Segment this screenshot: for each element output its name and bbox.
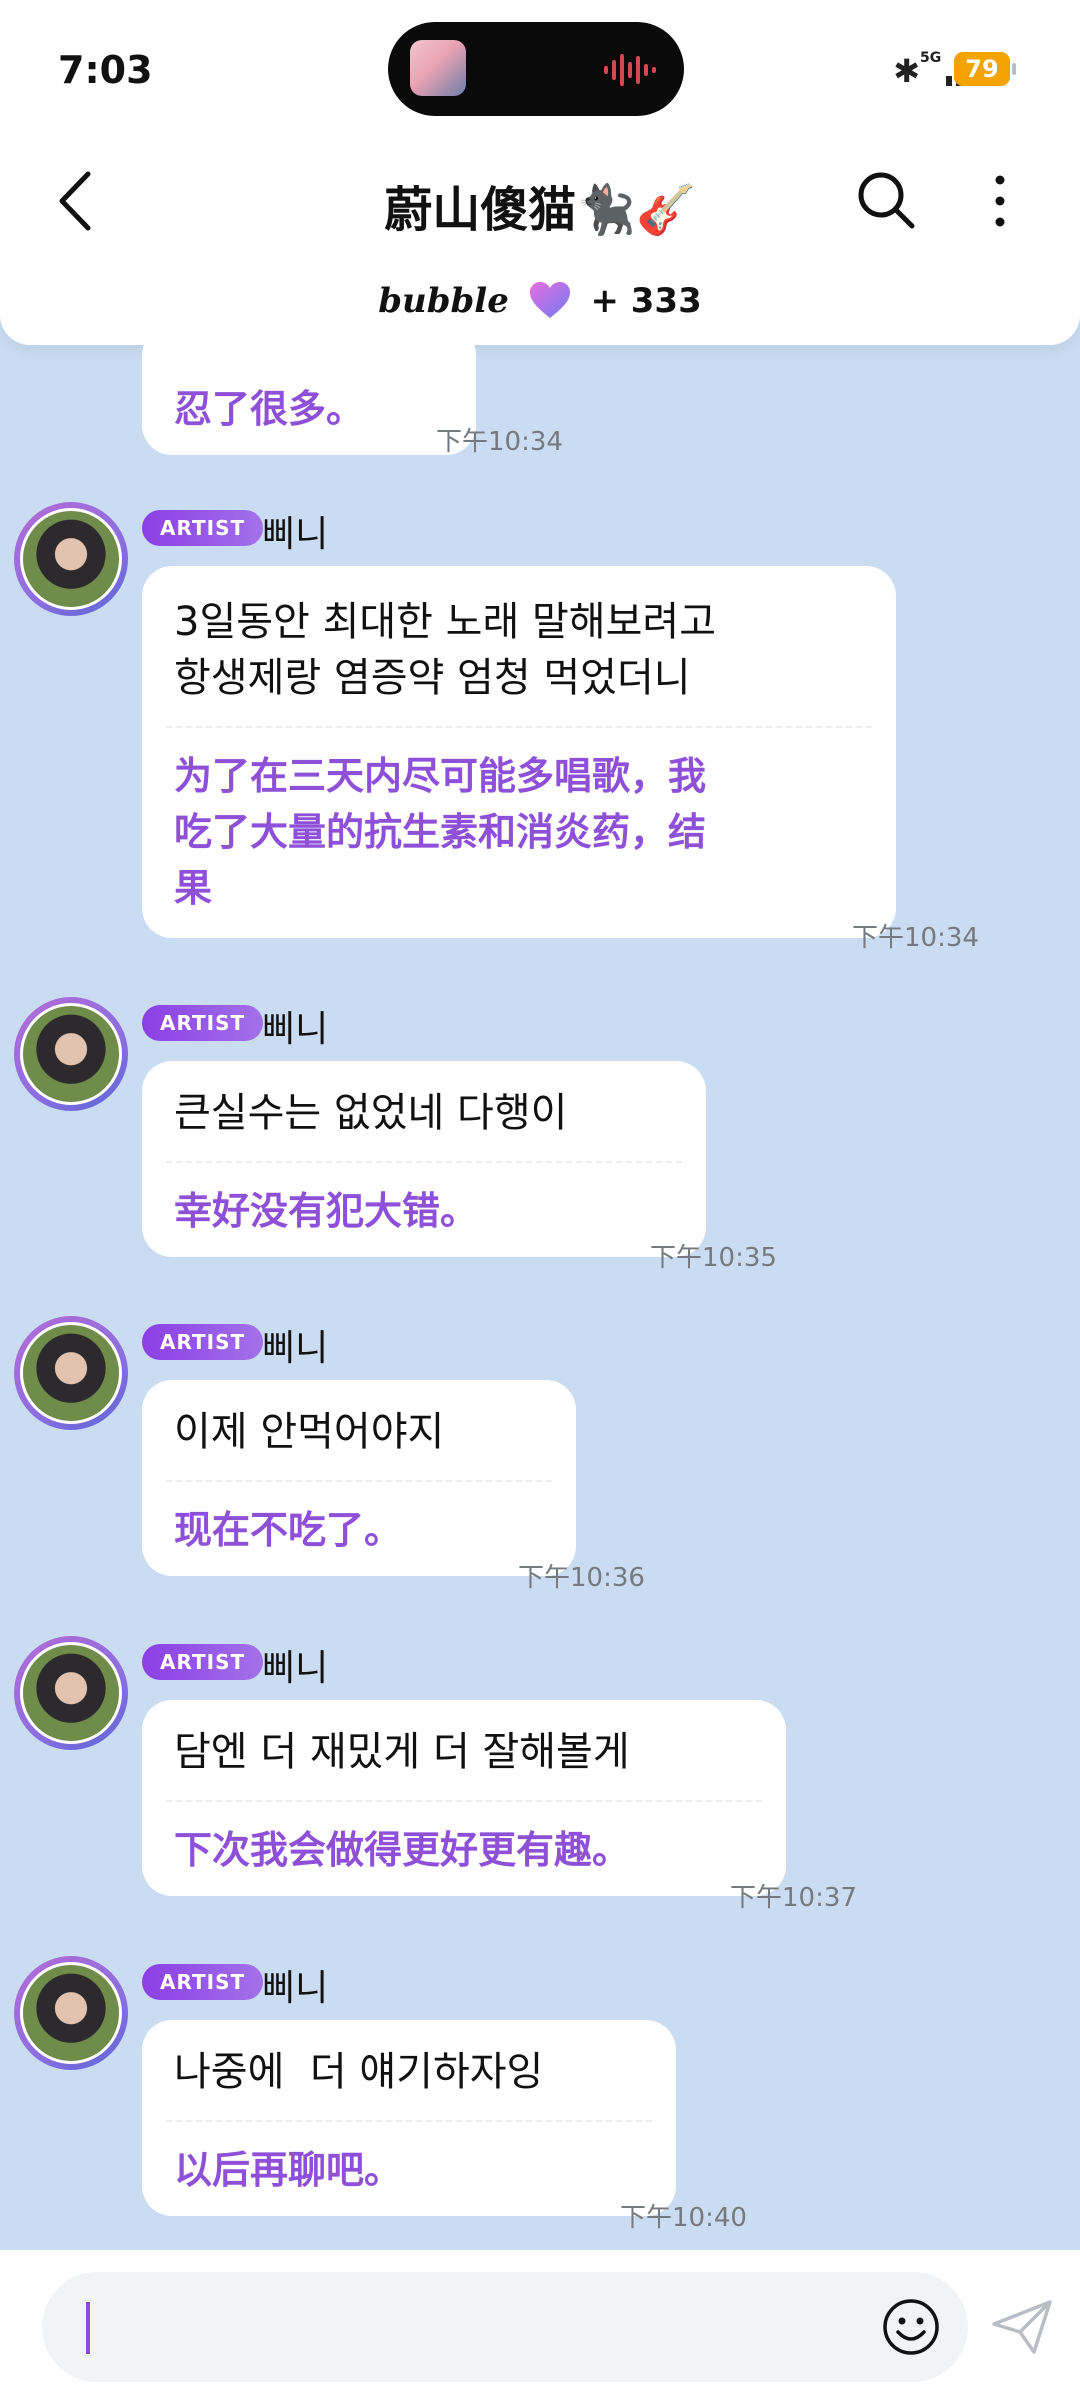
more-options-icon[interactable] — [980, 166, 1020, 236]
message-bubble[interactable]: 나중에 더 얘기하자잉 以后再聊吧。 — [142, 2020, 676, 2216]
battery-indicator: 79 — [954, 52, 1016, 86]
chat-header: 蔚山傻猫🐈‍⬛🎸 bubble + 333 — [0, 130, 1080, 345]
message-translation: 现在不吃了。 — [174, 1508, 403, 1552]
message-translation-line: 果 — [174, 866, 213, 910]
message-translation: 下次我会做得更好更有趣。 — [174, 1828, 631, 1872]
message-bubble[interactable]: 이제 안먹어야지 现在不吃了。 — [142, 1380, 576, 1576]
divider — [166, 726, 872, 728]
message-timestamp: 下午10:36 — [518, 1563, 645, 1593]
message-translation-line: 为了在三天内尽可能多唱歌，我 — [174, 754, 707, 798]
divider — [166, 2120, 652, 2122]
message-text: 큰실수는 없었네 다행이 — [174, 1090, 568, 1136]
avatar[interactable] — [14, 502, 128, 616]
message-bubble[interactable]: 담엔 더 재밌게 더 잘해볼게 下次我会做得更好更有趣。 — [142, 1700, 786, 1896]
artist-badge: ARTIST — [142, 1964, 264, 2000]
text-caret — [86, 2302, 90, 2354]
status-time: 7:03 — [58, 48, 153, 92]
message-bubble[interactable]: 큰실수는 없었네 다행이 幸好没有犯大错。 — [142, 1061, 706, 1257]
message-translation: 忍了很多。 — [174, 387, 365, 431]
artist-badge: ARTIST — [142, 1324, 264, 1360]
sender-name: 삐니 — [262, 1648, 329, 1689]
artist-badge: ARTIST — [142, 1005, 264, 1041]
audio-wave-icon — [604, 54, 656, 86]
sender-name: 삐니 — [262, 1328, 329, 1369]
message-translation: 为了在三天内尽可能多唱歌，我 吃了大量的抗生素和消炎药，结 果 — [174, 748, 864, 916]
search-icon[interactable] — [854, 168, 918, 232]
avatar[interactable] — [14, 1316, 128, 1430]
avatar[interactable] — [14, 1956, 128, 2070]
message-timestamp: 下午10:37 — [730, 1883, 857, 1913]
message-bubble[interactable]: 3일동안 최대한 노래 말해보려고 항생제랑 염증약 엄청 먹었더니 为了在三天… — [142, 566, 896, 938]
message-input[interactable] — [42, 2272, 968, 2382]
message-timestamp: 下午10:34 — [436, 427, 563, 457]
dynamic-island[interactable] — [388, 22, 684, 116]
send-icon[interactable] — [990, 2298, 1054, 2356]
sender-name: 삐니 — [262, 1009, 329, 1050]
media-thumbnail — [410, 40, 466, 96]
message-list[interactable]: 忍了很多。 下午10:34 ARTIST 삐니 3일동안 최대한 노래 말해보려… — [0, 325, 1080, 2245]
message-text: 담엔 더 재밌게 더 잘해볼게 — [174, 1729, 630, 1775]
sender-name: 삐니 — [262, 1968, 329, 2009]
avatar[interactable] — [14, 1636, 128, 1750]
message-text-line: 항생제랑 염증약 엄청 먹었더니 — [174, 655, 691, 701]
message-text-line: 3일동안 최대한 노래 말해보려고 — [174, 599, 716, 645]
divider — [166, 1800, 762, 1802]
bluetooth-icon: ✱ — [893, 52, 920, 90]
message-text: 이제 안먹어야지 — [174, 1409, 445, 1455]
divider — [166, 1480, 552, 1482]
message-translation: 以后再聊吧。 — [174, 2148, 403, 2192]
artist-badge: ARTIST — [142, 1644, 264, 1680]
emoji-icon[interactable] — [882, 2298, 940, 2356]
message-bubble[interactable]: 忍了很多。 — [142, 325, 476, 455]
bubble-count: + 333 — [590, 281, 702, 321]
avatar[interactable] — [14, 997, 128, 1111]
status-bar: 7:03 ✱ 5G 79 — [0, 0, 1080, 130]
message-timestamp: 下午10:34 — [852, 923, 979, 953]
message-translation-line: 吃了大量的抗生素和消炎药，结 — [174, 810, 707, 854]
sender-name: 삐니 — [262, 514, 329, 555]
bubble-logo: bubble — [378, 281, 509, 321]
message-text: 3일동안 최대한 노래 말해보려고 항생제랑 염증약 엄청 먹었더니 — [174, 594, 864, 706]
network-type-label: 5G — [920, 50, 941, 66]
message-timestamp: 下午10:35 — [650, 1243, 777, 1273]
message-text: 나중에 더 얘기하자잉 — [174, 2049, 544, 2095]
message-timestamp: 下午10:40 — [620, 2203, 747, 2233]
divider — [166, 1161, 682, 1163]
message-translation: 幸好没有犯大错。 — [174, 1189, 479, 1233]
heart-icon — [529, 282, 570, 318]
chat-title: 蔚山傻猫🐈‍⬛🎸 — [384, 182, 696, 238]
message-input-bar — [0, 2250, 1080, 2400]
artist-badge: ARTIST — [142, 510, 264, 546]
bubble-subscription-row[interactable]: bubble + 333 — [0, 280, 1080, 321]
